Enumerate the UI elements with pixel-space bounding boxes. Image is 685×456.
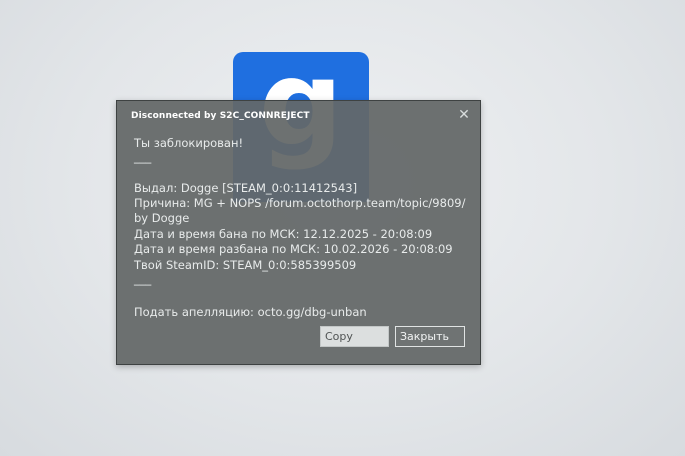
dialog-title: Disconnected by S2C_CONNREJECT <box>131 111 310 121</box>
copy-button[interactable]: Copy <box>320 326 389 347</box>
close-icon[interactable]: ✕ <box>456 107 472 123</box>
ban-date-line: Дата и время бана по МСК: 12.12.2025 - 2… <box>134 227 433 241</box>
issued-by-line: Выдал: Dogge [STEAM_0:0:11412543] <box>134 181 358 195</box>
separator-line: ___ <box>134 150 152 164</box>
steamid-line: Твой SteamID: STEAM_0:0:585399509 <box>134 258 357 272</box>
ban-heading: Ты заблокирован! <box>134 136 244 150</box>
disconnect-dialog: Disconnected by S2C_CONNREJECT ✕ Ты забл… <box>116 100 481 365</box>
appeal-line: Подать апелляцию: octo.gg/dbg-unban <box>134 305 367 319</box>
separator-line: ___ <box>134 272 152 286</box>
reason-line: Причина: MG + NOPS /forum.octothorp.team… <box>134 196 466 210</box>
unban-date-line: Дата и время разбана по МСК: 10.02.2026 … <box>134 242 453 256</box>
reason-line-continued: by Dogge <box>134 211 190 225</box>
close-button[interactable]: Закрыть <box>395 326 465 347</box>
